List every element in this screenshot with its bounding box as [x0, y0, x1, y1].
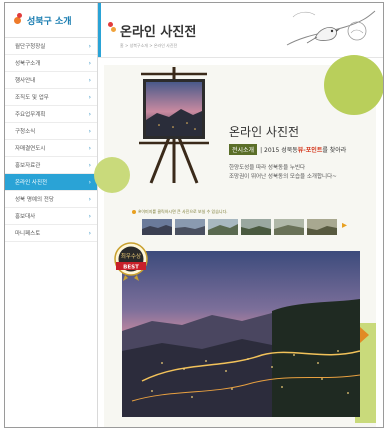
sidebar-item-label: 월단구청장실	[15, 44, 46, 50]
header-accent-bar	[98, 3, 101, 57]
breadcrumb: 홈 > 성북구소개 > 온라인 사진전	[120, 43, 178, 48]
sidebar-item-label: 자매결연도시	[15, 146, 46, 152]
sidebar-item-label: 행사안내	[15, 78, 36, 84]
sidebar-item-manifesto[interactable]: 마니페스토 ›	[5, 225, 97, 242]
sidebar-menu: 월단구청장실 › 성북구소개 › 행사안내 › 조직도 및 업무 › 주요업무계획 › 구…	[5, 38, 97, 242]
chevron-right-icon: ›	[88, 42, 91, 50]
thumbnail-image[interactable]	[274, 219, 304, 235]
sidebar-item-label: 홍보자료관	[15, 163, 41, 169]
chevron-right-icon: ›	[88, 110, 91, 118]
decor-circle	[94, 157, 130, 193]
chevron-right-icon: ›	[88, 229, 91, 237]
chevron-right-icon: ›	[88, 161, 91, 169]
sidebar-logo: 성북구 소개	[5, 3, 97, 38]
exhibition-tag: 전시소개	[229, 144, 258, 155]
sidebar-item-label: 성북구소개	[15, 61, 41, 67]
sidebar-item-plans[interactable]: 주요업무계획 ›	[5, 106, 97, 123]
badge-label: BEST	[123, 265, 139, 271]
sidebar-item-ambassador[interactable]: 홍보대사 ›	[5, 208, 97, 225]
thumbnail-hint: ※이미지를 클릭하시면 큰 사진으로 보실 수 있습니다.	[138, 209, 228, 214]
sidebar-item-label: 조직도 및 업무	[15, 95, 49, 101]
sidebar-item-label: 온라인 사진전	[15, 180, 48, 186]
badge-title: 최우수상	[121, 252, 141, 260]
thumbnail-strip	[142, 219, 337, 235]
gallery-title: 온라인 사진전	[229, 125, 300, 139]
thumbnail-image[interactable]	[307, 219, 337, 235]
chevron-right-icon: ›	[88, 76, 91, 84]
chevron-right-icon: ›	[88, 59, 91, 67]
logo-dot-icon	[17, 13, 22, 18]
sidebar-item-label: 주요업무계획	[15, 112, 46, 118]
title-dot-icon	[111, 27, 116, 32]
sidebar-item-organization[interactable]: 조직도 및 업무 ›	[5, 89, 97, 106]
sidebar-item-events[interactable]: 행사안내 ›	[5, 72, 97, 89]
next-photo-button[interactable]	[360, 327, 369, 343]
main-content: 온라인 사진전 홈 > 성북구소개 > 온라인 사진전 온라인 사진전 전시소개…	[94, 3, 383, 427]
thumbnail-image[interactable]	[175, 219, 205, 235]
decor-circle	[324, 55, 383, 115]
sidebar-item-label: 성북 명예의 전당	[15, 197, 54, 203]
sidebar-item-hall-of-fame[interactable]: 성북 명예의 전당 ›	[5, 191, 97, 208]
best-award-badge: 최우수상 BEST	[114, 242, 148, 281]
exhibition-subtitle: 전시소개 | 2015 성북동 뷰-포인트 를 찾아라	[229, 144, 346, 155]
sidebar-item-label: 홍보대사	[15, 214, 36, 220]
description-line: 조망권이 뛰어난 성북동의 모습을 소개합니다~	[229, 174, 337, 180]
chevron-right-icon: ›	[88, 212, 91, 220]
easel-illustration-icon	[139, 67, 209, 184]
thumbnail-image[interactable]	[241, 219, 271, 235]
chevron-right-icon: ›	[88, 93, 91, 101]
sidebar-item-online-gallery[interactable]: 온라인 사진전 ›	[5, 174, 97, 191]
subtitle-suffix: 를 찾아라	[322, 147, 347, 154]
exhibition-description: 한양도성을 따라 성북동을 누빈다 조망권이 뛰어난 성북동의 모습을 소개합니…	[229, 164, 337, 182]
thumbnail-image[interactable]	[208, 219, 238, 235]
gallery-panel: 온라인 사진전 전시소개 | 2015 성북동 뷰-포인트 를 찾아라 한양도성…	[94, 55, 383, 427]
page-frame: 성북구 소개 월단구청장실 › 성북구소개 › 행사안내 › 조직도 및 업무 › 주요…	[4, 2, 384, 428]
page-header: 온라인 사진전 홈 > 성북구소개 > 온라인 사진전	[98, 3, 383, 58]
sidebar-item-sister-cities[interactable]: 자매결연도시 ›	[5, 140, 97, 157]
sidebar-title: 성북구 소개	[27, 16, 72, 27]
sidebar: 성북구 소개 월단구청장실 › 성북구소개 › 행사안내 › 조직도 및 업무 › 주요…	[5, 3, 98, 427]
sidebar-item-news[interactable]: 구청소식 ›	[5, 123, 97, 140]
sidebar-item-pr-archive[interactable]: 홍보자료관 ›	[5, 157, 97, 174]
subtitle-prefix: | 2015 성북동	[260, 147, 298, 154]
featured-photo	[122, 251, 360, 417]
sidebar-item-mayor[interactable]: 월단구청장실 ›	[5, 38, 97, 55]
bird-illustration-icon	[286, 10, 376, 46]
chevron-right-icon: ›	[88, 127, 91, 135]
page-title: 온라인 사진전	[120, 25, 197, 40]
chevron-right-icon: ›	[88, 144, 91, 152]
subtitle-highlight: 뷰-포인트	[297, 147, 323, 154]
chevron-right-icon: ›	[88, 195, 91, 203]
sidebar-item-label: 마니페스토	[15, 231, 41, 237]
thumbnail-next-button[interactable]: ▸	[342, 220, 347, 231]
thumbnail-image[interactable]	[142, 219, 172, 235]
description-line: 한양도성을 따라 성북동을 누빈다	[229, 165, 306, 171]
sidebar-item-label: 구청소식	[15, 129, 36, 135]
chevron-right-icon: ›	[88, 178, 91, 186]
sidebar-item-about[interactable]: 성북구소개 ›	[5, 55, 97, 72]
bullet-icon	[132, 210, 136, 214]
